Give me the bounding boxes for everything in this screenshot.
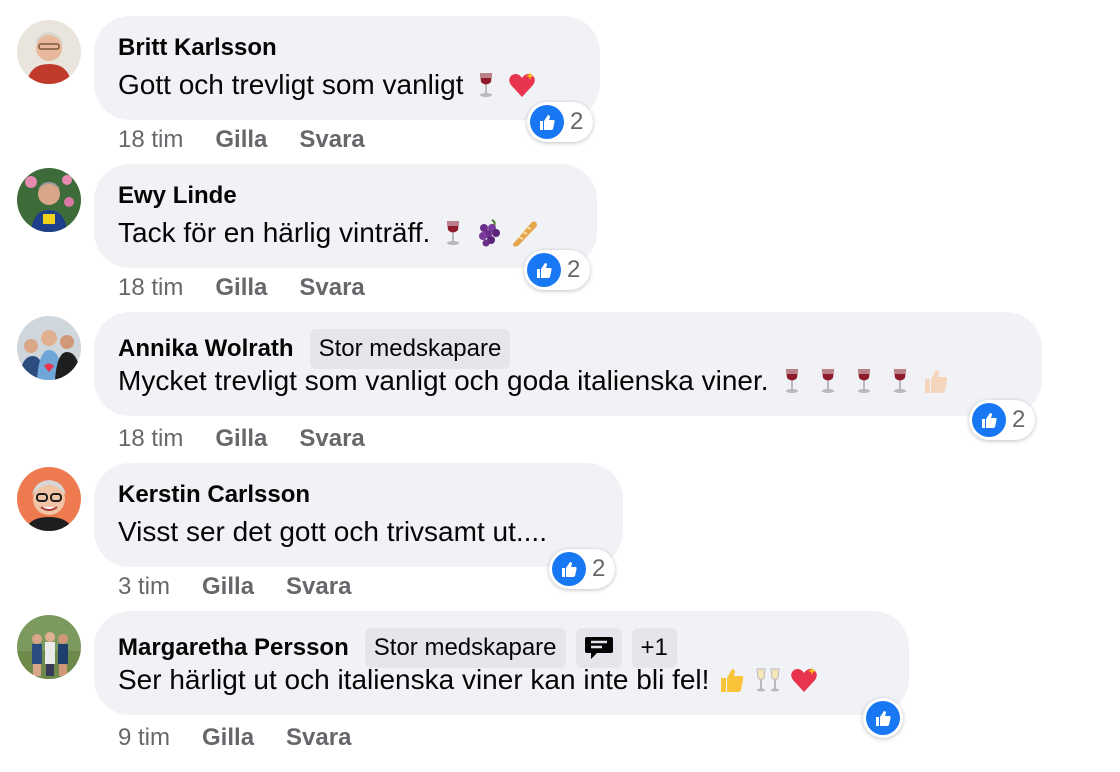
conversation-starter-icon[interactable] — [575, 628, 622, 668]
reply-button[interactable]: Svara — [299, 274, 364, 302]
comment-text: Tack för en härlig vinträff. — [118, 217, 431, 248]
comment-bubble: Britt Karlsson Gott och trevligt som van… — [94, 16, 600, 120]
comment-timestamp[interactable]: 18 tim — [118, 126, 183, 154]
like-button[interactable]: Gilla — [202, 573, 254, 601]
reaction-count: 2 — [1012, 406, 1026, 433]
avatar[interactable] — [17, 168, 81, 232]
reaction-summary[interactable]: 2 — [524, 250, 591, 290]
reply-button[interactable]: Svara — [286, 724, 351, 752]
comment-bubble: Margaretha Persson Stor medskapare +1 Se… — [94, 611, 909, 715]
clinking-glasses-icon — [756, 668, 780, 692]
like-button[interactable]: Gilla — [202, 724, 254, 752]
comment-bubble: Annika Wolrath Stor medskapare Mycket tr… — [94, 312, 1042, 416]
reaction-count: 2 — [570, 108, 584, 135]
comment-timestamp[interactable]: 9 tim — [118, 724, 170, 752]
reply-button[interactable]: Svara — [299, 425, 364, 453]
reaction-count: 2 — [567, 256, 581, 283]
top-contributor-badge[interactable]: Stor medskapare — [309, 329, 511, 369]
reaction-summary[interactable]: 2 — [527, 102, 594, 142]
author-name[interactable]: Annika Wolrath — [118, 334, 294, 364]
wine-glass-icon — [447, 221, 460, 245]
comment-text: Mycket trevligt som vanligt och goda ita… — [118, 365, 769, 396]
like-reaction-icon — [866, 701, 900, 735]
comment-bubble: Kerstin Carlsson Visst ser det gott och … — [94, 463, 623, 567]
wine-glass-icon — [821, 369, 834, 393]
sparkling-heart-icon — [509, 72, 536, 97]
like-reaction-icon — [972, 403, 1006, 437]
wine-glass-icon — [893, 369, 906, 393]
like-reaction-icon — [530, 105, 564, 139]
baguette-icon — [513, 221, 538, 247]
like-reaction-icon — [552, 552, 586, 586]
author-name[interactable]: Kerstin Carlsson — [118, 480, 310, 510]
grapes-icon — [479, 219, 501, 247]
comment-text: Visst ser det gott och trivsamt ut.... — [118, 516, 547, 547]
avatar[interactable] — [17, 467, 81, 531]
reaction-summary[interactable]: 2 — [969, 400, 1036, 440]
author-name[interactable]: Ewy Linde — [118, 181, 237, 211]
more-badges[interactable]: +1 — [631, 628, 677, 668]
like-reaction-icon — [527, 253, 561, 287]
top-contributor-badge[interactable]: Stor medskapare — [364, 628, 566, 668]
comment-timestamp[interactable]: 18 tim — [118, 425, 183, 453]
thumbs-up-icon — [924, 370, 947, 393]
reply-button[interactable]: Svara — [299, 126, 364, 154]
comment-timestamp[interactable]: 18 tim — [118, 274, 183, 302]
avatar[interactable] — [17, 316, 81, 380]
author-name[interactable]: Britt Karlsson — [118, 33, 277, 63]
like-button[interactable]: Gilla — [215, 274, 267, 302]
wine-glass-icon — [480, 73, 493, 97]
reaction-count: 2 — [592, 555, 606, 582]
avatar[interactable] — [17, 20, 81, 84]
author-name[interactable]: Margaretha Persson — [118, 633, 349, 663]
sparkling-heart-icon — [791, 667, 818, 692]
thumbs-up-icon — [721, 669, 744, 692]
reaction-summary[interactable]: 2 — [549, 549, 616, 589]
comment-text: Ser härligt ut och italienska viner kan … — [118, 664, 710, 695]
avatar[interactable] — [17, 615, 81, 679]
comment-text: Gott och trevligt som vanligt — [118, 69, 464, 100]
wine-glass-icon — [785, 369, 798, 393]
reply-button[interactable]: Svara — [286, 573, 351, 601]
like-button[interactable]: Gilla — [215, 425, 267, 453]
reaction-summary[interactable] — [863, 698, 903, 738]
comment-bubble: Ewy Linde Tack för en härlig vinträff. — [94, 164, 597, 268]
like-button[interactable]: Gilla — [215, 126, 267, 154]
comment-timestamp[interactable]: 3 tim — [118, 573, 170, 601]
wine-glass-icon — [857, 369, 870, 393]
